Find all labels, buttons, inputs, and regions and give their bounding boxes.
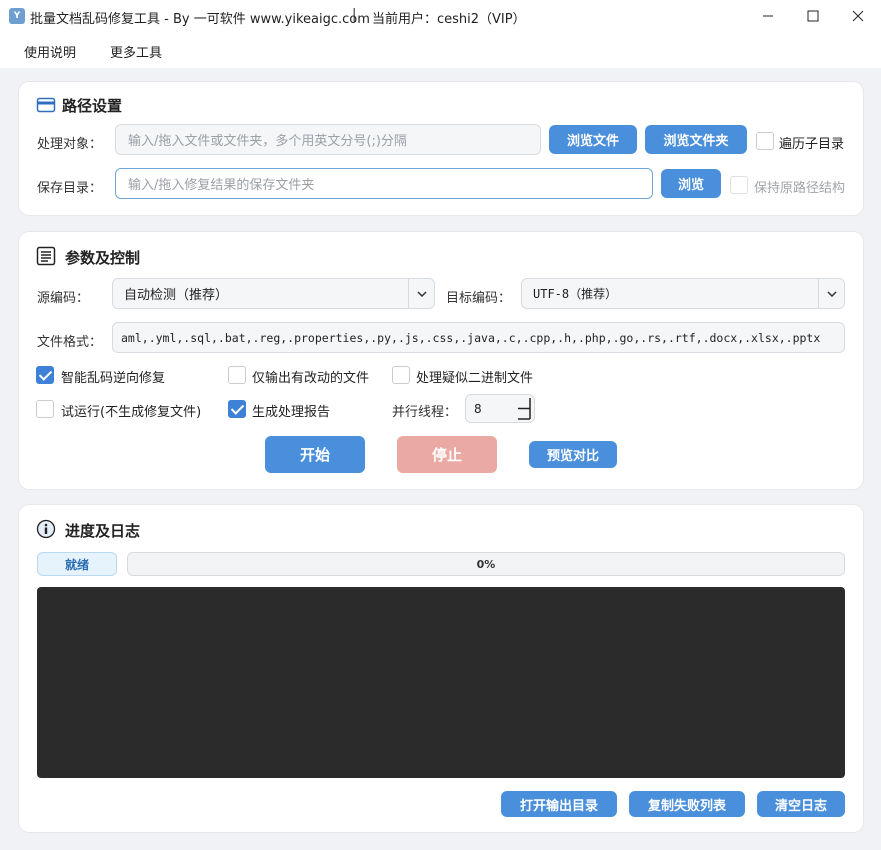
source-encoding-value: 自动检测（推荐）: [124, 288, 229, 303]
params-title: 参数及控制: [65, 249, 141, 267]
minimize-icon: [763, 15, 773, 17]
start-button[interactable]: 开始: [265, 436, 365, 473]
close-icon: [852, 10, 864, 22]
title-separator: |: [352, 7, 357, 22]
binary-files-checkbox[interactable]: [392, 366, 410, 384]
open-output-button[interactable]: 打开输出目录: [501, 791, 617, 817]
menu-usage-guide[interactable]: 使用说明: [24, 42, 76, 61]
keep-structure-checkbox[interactable]: [730, 176, 748, 194]
chevron-down-icon: [408, 279, 434, 308]
menu-bar: 使用说明 更多工具: [0, 32, 881, 68]
path-settings-title: 路径设置: [62, 97, 123, 115]
document-list-icon: [36, 246, 56, 266]
file-format-input[interactable]: aml,.yml,.sql,.bat,.reg,.properties,.py,…: [112, 322, 845, 353]
log-area[interactable]: [37, 587, 845, 778]
save-dir-label: 保存目录：: [37, 181, 103, 196]
maximize-button[interactable]: [790, 0, 836, 32]
target-label: 处理对象：: [37, 137, 103, 152]
target-encoding-select[interactable]: UTF-8（推荐）: [521, 278, 845, 309]
current-user: 当前用户：ceshi2（VIP）: [372, 12, 526, 27]
save-dir-input[interactable]: 输入/拖入修复结果的保存文件夹: [115, 168, 653, 199]
progress-log-card: 进度及日志 就绪 0% 打开输出目录 复制失败列表 清空日志: [19, 505, 863, 832]
progress-bar: 0%: [127, 552, 845, 576]
binary-files-label: 处理疑似二进制文件: [416, 371, 534, 386]
report-checkbox[interactable]: [228, 400, 246, 418]
params-card: 参数及控制 源编码： 自动检测（推荐） 目标编码： UTF-8（推荐） 文件格式…: [19, 232, 863, 489]
menu-more-tools[interactable]: 更多工具: [110, 42, 162, 61]
dry-run-checkbox[interactable]: [36, 400, 54, 418]
changed-only-checkbox[interactable]: [228, 366, 246, 384]
source-encoding-select[interactable]: 自动检测（推荐）: [112, 278, 435, 309]
credit-card-icon: [36, 97, 56, 113]
clear-log-button[interactable]: 清空日志: [757, 791, 845, 817]
report-label: 生成处理报告: [252, 405, 331, 420]
source-encoding-label: 源编码：: [37, 291, 90, 306]
browse-save-button[interactable]: 浏览: [661, 169, 721, 198]
dry-run-label: 试运行(不生成修复文件): [61, 405, 202, 420]
browse-file-button[interactable]: 浏览文件: [549, 125, 637, 154]
browse-folder-button[interactable]: 浏览文件夹: [645, 125, 747, 154]
minimize-button[interactable]: [745, 0, 791, 32]
path-settings-card: 路径设置 处理对象： 输入/拖入文件或文件夹，多个用英文分号(;)分隔 浏览文件…: [19, 82, 863, 215]
window-title: 批量文档乱码修复工具 - By 一可软件 www.yikeaigc.com: [30, 12, 370, 27]
app-icon: Y: [9, 8, 25, 24]
preview-compare-button[interactable]: 预览对比: [529, 441, 617, 468]
file-format-label: 文件格式：: [37, 335, 103, 350]
threads-label: 并行线程：: [392, 405, 458, 420]
keep-structure-label: 保持原路径结构: [754, 181, 846, 196]
close-button[interactable]: [835, 0, 881, 32]
info-icon: [36, 519, 56, 539]
target-encoding-value: UTF-8（推荐）: [533, 287, 618, 301]
recursive-label: 遍历子目录: [779, 137, 845, 152]
status-badge: 就绪: [37, 552, 117, 576]
threads-value: 8: [474, 401, 482, 416]
smart-repair-checkbox[interactable]: [36, 366, 54, 384]
progress-log-title: 进度及日志: [65, 522, 141, 540]
target-encoding-label: 目标编码：: [446, 291, 512, 306]
stop-button[interactable]: 停止: [397, 436, 497, 473]
threads-spinbox[interactable]: 8: [465, 394, 535, 423]
title-bar: Y 批量文档乱码修复工具 - By 一可软件 www.yikeaigc.com …: [0, 0, 881, 32]
changed-only-label: 仅输出有改动的文件: [252, 371, 370, 386]
target-input[interactable]: 输入/拖入文件或文件夹，多个用英文分号(;)分隔: [115, 124, 541, 155]
copy-failed-button[interactable]: 复制失败列表: [629, 791, 745, 817]
progress-text: 0%: [476, 557, 496, 571]
smart-repair-label: 智能乱码逆向修复: [61, 371, 166, 386]
maximize-icon: [807, 10, 819, 22]
recursive-checkbox[interactable]: [756, 132, 774, 150]
spin-arrows-icon: [518, 398, 531, 420]
chevron-down-icon: [818, 279, 844, 308]
